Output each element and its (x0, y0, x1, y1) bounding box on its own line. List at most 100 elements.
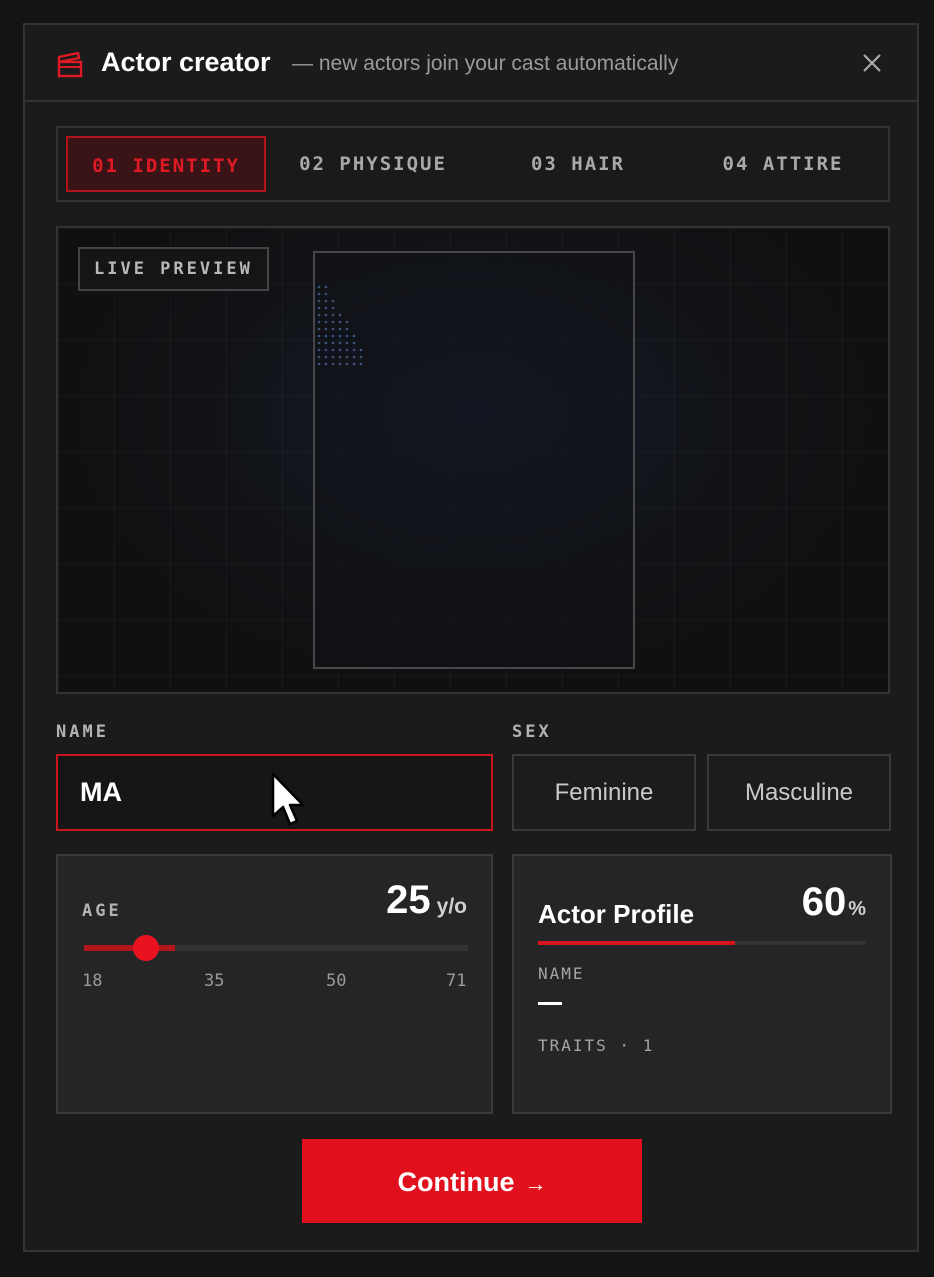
pattern-dot (317, 292, 321, 296)
pattern-dot (324, 362, 328, 366)
pattern-dot (359, 362, 363, 366)
age-number: 25 (386, 878, 431, 922)
pattern-dot (338, 341, 342, 345)
age-card: AGE 25 y/o 18 35 50 71 (56, 854, 493, 1114)
pattern-dot (338, 320, 342, 324)
pattern-dot (331, 341, 335, 345)
pattern-dot (331, 334, 335, 338)
actor-creator-dialog: Actor creator — new actors join your cas… (23, 23, 919, 1252)
profile-name-value (538, 1002, 562, 1005)
age-unit: y/o (436, 895, 467, 918)
pattern-dot (331, 348, 335, 352)
dialog-subtitle: — new actors join your cast automaticall… (292, 52, 679, 75)
age-slider-fill (84, 945, 175, 951)
pattern-dot (345, 327, 349, 331)
pattern-dot (317, 327, 321, 331)
pattern-dot (345, 334, 349, 338)
pattern-dot (324, 355, 328, 359)
pattern-dot (338, 348, 342, 352)
dialog-title: Actor creator (101, 47, 271, 77)
pattern-dot (345, 320, 349, 324)
age-slider-thumb[interactable] (132, 935, 159, 961)
age-tick: 18 (82, 971, 103, 991)
pattern-dot (324, 292, 328, 296)
pattern-dot (352, 362, 356, 366)
name-label: NAME (56, 722, 109, 742)
live-preview-canvas: LIVE PREVIEW (56, 226, 890, 694)
profile-progress-fill (538, 941, 735, 945)
age-tick: 50 (326, 971, 347, 991)
pattern-dot (331, 362, 335, 366)
pattern-dot (324, 313, 328, 317)
age-tick: 71 (446, 971, 467, 991)
pattern-dot (317, 306, 321, 310)
pattern-dot (324, 306, 328, 310)
profile-progress (538, 941, 866, 945)
pattern-dot (317, 355, 321, 359)
actor-preview-frame (313, 251, 635, 669)
pattern-dot (352, 355, 356, 359)
pattern-dot (345, 362, 349, 366)
pattern-dot (317, 285, 321, 289)
pattern-dot (324, 285, 328, 289)
continue-label: Continue (397, 1167, 515, 1197)
pattern-dot (317, 320, 321, 324)
sex-option-feminine[interactable]: Feminine (512, 754, 696, 831)
profile-percent-value: 60 (801, 880, 847, 924)
close-icon[interactable] (860, 51, 884, 75)
pattern-dot (331, 299, 335, 303)
pattern-dot (324, 299, 328, 303)
pattern-dot (317, 334, 321, 338)
pattern-dot (317, 348, 321, 352)
pattern-dot (331, 320, 335, 324)
arrow-right-icon: → (524, 1171, 547, 1196)
pattern-dot (324, 334, 328, 338)
profile-title: Actor Profile (538, 899, 695, 929)
pattern-dot (345, 355, 349, 359)
dot-pattern (317, 285, 363, 366)
age-value: 25 y/o (386, 878, 467, 923)
pattern-dot (317, 313, 321, 317)
dialog-header: Actor creator — new actors join your cas… (25, 25, 917, 102)
pattern-dot (317, 341, 321, 345)
pattern-dot (359, 355, 363, 359)
mouse-cursor-icon (271, 772, 305, 826)
tab-hair[interactable]: 03 HAIR (488, 136, 668, 192)
pattern-dot (317, 362, 321, 366)
live-preview-badge: LIVE PREVIEW (78, 247, 269, 291)
pattern-dot (324, 327, 328, 331)
pattern-dot (345, 341, 349, 345)
age-label: AGE (82, 901, 122, 921)
step-tabs: 01 IDENTITY 02 PHYSIQUE 03 HAIR 04 ATTIR… (56, 126, 890, 202)
pattern-dot (352, 348, 356, 352)
sex-option-masculine[interactable]: Masculine (707, 754, 891, 831)
sex-label: SEX (512, 722, 552, 742)
pattern-dot (331, 313, 335, 317)
tab-attire[interactable]: 04 ATTIRE (688, 136, 878, 192)
pattern-dot (345, 348, 349, 352)
tab-physique[interactable]: 02 PHYSIQUE (278, 136, 468, 192)
pattern-dot (331, 327, 335, 331)
pattern-dot (331, 355, 335, 359)
profile-name-label: NAME (538, 964, 585, 983)
tab-identity[interactable]: 01 IDENTITY (66, 136, 266, 192)
pattern-dot (352, 341, 356, 345)
pattern-dot (317, 299, 321, 303)
pattern-dot (338, 355, 342, 359)
pattern-dot (338, 362, 342, 366)
profile-percent: 60% (802, 880, 866, 925)
profile-traits: TRAITS · 1 (538, 1036, 655, 1055)
pattern-dot (331, 306, 335, 310)
pattern-dot (359, 348, 363, 352)
pattern-dot (338, 327, 342, 331)
pattern-dot (338, 334, 342, 338)
profile-percent-unit: % (848, 898, 866, 920)
pattern-dot (324, 320, 328, 324)
age-slider[interactable] (84, 935, 468, 961)
pattern-dot (324, 348, 328, 352)
age-tick: 35 (204, 971, 225, 991)
actor-profile-card: Actor Profile 60% NAME — TRAITS · 1 (512, 854, 892, 1114)
continue-button[interactable]: Continue → (302, 1139, 642, 1223)
pattern-dot (338, 313, 342, 317)
clapperboard-icon (57, 51, 83, 78)
